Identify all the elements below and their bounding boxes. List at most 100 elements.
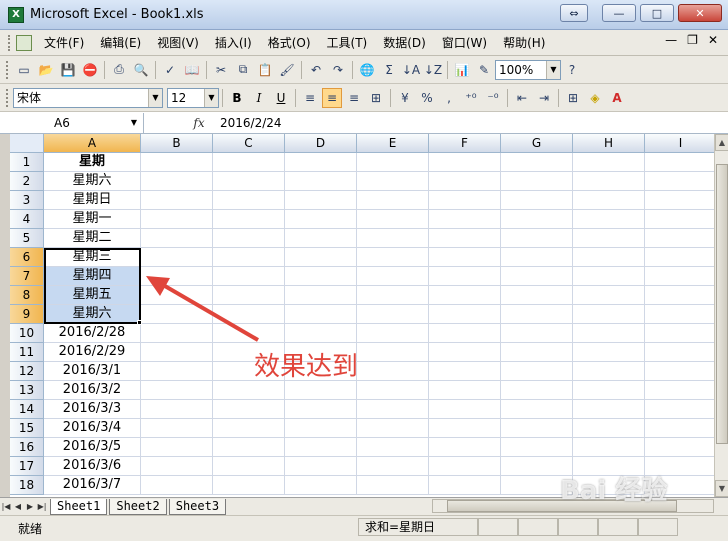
cell[interactable]	[645, 419, 714, 438]
row-header[interactable]: 18	[10, 476, 44, 495]
row-header[interactable]: 17	[10, 457, 44, 476]
cell[interactable]	[501, 153, 573, 172]
cell[interactable]	[357, 191, 429, 210]
cell[interactable]	[429, 305, 501, 324]
bold-button[interactable]: B	[227, 88, 247, 108]
column-header-a[interactable]: A	[44, 134, 141, 153]
new-icon[interactable]: ▭	[14, 60, 34, 80]
menu-data[interactable]: 数据(D)	[379, 32, 430, 53]
cell[interactable]	[285, 286, 357, 305]
chevron-down-icon[interactable]: ▼	[131, 118, 137, 127]
cell[interactable]	[285, 267, 357, 286]
insert-function-icon[interactable]: fx	[184, 116, 214, 130]
cell[interactable]	[213, 419, 285, 438]
cell[interactable]	[213, 438, 285, 457]
menu-file[interactable]: 文件(F)	[40, 32, 88, 53]
cell[interactable]	[213, 381, 285, 400]
cell[interactable]: 2016/3/7	[44, 476, 141, 495]
cell[interactable]	[141, 381, 213, 400]
paste-icon[interactable]: 📋	[255, 60, 275, 80]
research-icon[interactable]: 📖	[182, 60, 202, 80]
cell[interactable]	[213, 191, 285, 210]
cell[interactable]: 星期四	[44, 267, 141, 286]
cell[interactable]	[645, 438, 714, 457]
menu-insert[interactable]: 插入(I)	[211, 32, 256, 53]
sheet-tab-2[interactable]: Sheet2	[109, 498, 167, 515]
cell[interactable]	[357, 267, 429, 286]
help-icon[interactable]: ?	[562, 60, 582, 80]
row-header[interactable]: 7	[10, 267, 44, 286]
cell[interactable]	[141, 362, 213, 381]
cell[interactable]: 2016/3/4	[44, 419, 141, 438]
cell[interactable]	[573, 248, 645, 267]
save-icon[interactable]: 💾	[58, 60, 78, 80]
select-all-corner[interactable]	[10, 134, 44, 153]
cell[interactable]	[645, 248, 714, 267]
open-icon[interactable]: 📂	[36, 60, 56, 80]
cell[interactable]	[213, 248, 285, 267]
cell[interactable]	[429, 438, 501, 457]
cell[interactable]	[429, 457, 501, 476]
row-header[interactable]: 1	[10, 153, 44, 172]
cell[interactable]	[213, 210, 285, 229]
cell[interactable]	[573, 305, 645, 324]
cell[interactable]	[573, 210, 645, 229]
cell[interactable]	[501, 362, 573, 381]
row-header[interactable]: 11	[10, 343, 44, 362]
cell[interactable]	[429, 248, 501, 267]
menu-view[interactable]: 视图(V)	[153, 32, 203, 53]
cell[interactable]	[429, 172, 501, 191]
fill-color-icon[interactable]: ◈	[585, 88, 605, 108]
cell[interactable]	[357, 343, 429, 362]
menu-help[interactable]: 帮助(H)	[499, 32, 549, 53]
chevron-down-icon[interactable]: ▼	[204, 88, 218, 107]
cell[interactable]: 星期二	[44, 229, 141, 248]
cell[interactable]	[501, 191, 573, 210]
cell[interactable]	[501, 210, 573, 229]
cell[interactable]	[501, 324, 573, 343]
underline-button[interactable]: U	[271, 88, 291, 108]
cell[interactable]	[213, 476, 285, 495]
cell[interactable]	[573, 362, 645, 381]
cell[interactable]: 2016/3/6	[44, 457, 141, 476]
merge-center-icon[interactable]: ⊞	[366, 88, 386, 108]
doc-restore-button[interactable]: ❐	[687, 33, 698, 47]
cell[interactable]	[429, 210, 501, 229]
column-header-f[interactable]: F	[429, 134, 501, 153]
column-header-d[interactable]: D	[285, 134, 357, 153]
cell[interactable]: 星期六	[44, 172, 141, 191]
cell[interactable]	[645, 362, 714, 381]
cell[interactable]	[573, 419, 645, 438]
cell[interactable]	[141, 419, 213, 438]
cell[interactable]	[285, 381, 357, 400]
cell[interactable]	[141, 457, 213, 476]
chevron-down-icon[interactable]: ▼	[546, 60, 560, 79]
doc-minimize-button[interactable]: —	[665, 33, 677, 47]
cell[interactable]	[213, 229, 285, 248]
cell[interactable]	[429, 153, 501, 172]
cell[interactable]	[573, 381, 645, 400]
cell[interactable]	[357, 362, 429, 381]
first-sheet-icon[interactable]: |◀	[0, 502, 12, 511]
cell[interactable]	[501, 419, 573, 438]
cell[interactable]	[357, 381, 429, 400]
row-header[interactable]: 2	[10, 172, 44, 191]
cell[interactable]: 星期一	[44, 210, 141, 229]
cell[interactable]	[357, 305, 429, 324]
cell[interactable]	[501, 229, 573, 248]
menu-tools[interactable]: 工具(T)	[323, 32, 372, 53]
cell[interactable]	[645, 210, 714, 229]
sort-ascending-icon[interactable]: ↓A	[401, 60, 421, 80]
align-center-icon[interactable]: ≡	[322, 87, 342, 108]
cell[interactable]	[501, 438, 573, 457]
cell[interactable]	[573, 172, 645, 191]
cell[interactable]: 星期日	[44, 191, 141, 210]
cell[interactable]	[357, 324, 429, 343]
column-header-e[interactable]: E	[357, 134, 429, 153]
print-icon[interactable]: ⎙	[109, 60, 129, 80]
menu-edit[interactable]: 编辑(E)	[96, 32, 145, 53]
row-header[interactable]: 9	[10, 305, 44, 324]
cell[interactable]	[645, 381, 714, 400]
cell[interactable]	[285, 153, 357, 172]
currency-icon[interactable]: ¥	[395, 88, 415, 108]
